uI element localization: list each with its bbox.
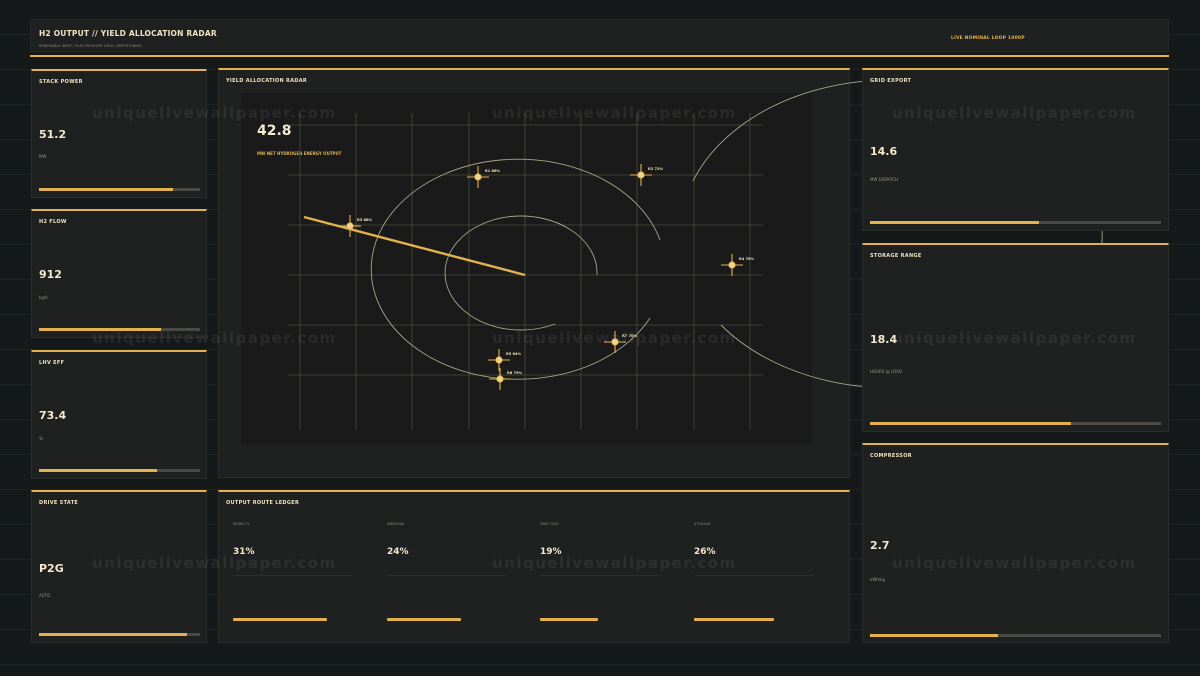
ledger-route-bar (540, 618, 598, 621)
radar-target[interactable]: R5 84% (488, 349, 522, 371)
kpi-panel-grid-export: GRID EXPORT 14.6 MW DISPATCH (862, 68, 1169, 231)
watermark-text: uniquelivewallpaper.com (492, 329, 737, 347)
target-dot (496, 375, 504, 383)
ledger-route-label: MOBILITY (233, 522, 250, 526)
kpi-unit: MW DISPATCH (870, 177, 899, 182)
kpi-panel-compressor: COMPRESSOR 2.7 kWh/kg (862, 443, 1169, 643)
target-label: R1 86% (485, 169, 501, 173)
ledger-route-percent: 24% (387, 547, 409, 557)
ledger-route-bar (233, 618, 327, 621)
ledger-divider (387, 575, 507, 576)
panel-title: GRID EXPORT (870, 78, 912, 84)
watermark-text: uniquelivewallpaper.com (492, 104, 737, 122)
target-dot (728, 261, 736, 269)
kpi-progress-track (870, 634, 1161, 637)
kpi-progress-fill (870, 422, 1071, 425)
ledger-route-label: STORAGE (694, 522, 711, 526)
kpi-progress-track (870, 221, 1161, 224)
watermark-text: uniquelivewallpaper.com (892, 329, 1137, 347)
target-label: R6 79% (507, 371, 523, 375)
ledger-route-bar (694, 618, 774, 621)
ledger-route-label: GRID FUEL (540, 522, 559, 526)
ledger-route-label: AMMONIA (387, 522, 405, 526)
target-dot (346, 222, 354, 230)
kpi-value: 2.7 (870, 539, 890, 552)
watermark-text: uniquelivewallpaper.com (92, 329, 337, 347)
radar-grid (288, 113, 763, 430)
kpi-unit: HOURS @ LOAD (870, 369, 902, 374)
target-label: R5 84% (506, 352, 522, 356)
panel-title: COMPRESSOR (870, 453, 912, 459)
watermark-text: uniquelivewallpaper.com (92, 554, 337, 572)
radar-sweep-line (303, 215, 526, 277)
target-dot (474, 173, 482, 181)
target-dot (495, 356, 503, 364)
target-label: R2 72% (648, 167, 664, 171)
kpi-progress-fill (870, 634, 999, 637)
kpi-value: 14.6 (870, 145, 898, 158)
ledger-route-bar (387, 618, 461, 621)
panel-title: STORAGE RANGE (870, 253, 922, 259)
radar-targets: R1 86% R2 72%R3 88%R4 78%R7 70%R5 84%R6 7… (339, 164, 755, 390)
target-dot (637, 171, 645, 179)
ledger-divider (233, 575, 353, 576)
kpi-progress-track (870, 422, 1161, 425)
watermark-text: uniquelivewallpaper.com (92, 104, 337, 122)
kpi-unit: kWh/kg (870, 577, 886, 582)
radar-target[interactable]: R4 78% (721, 254, 755, 276)
target-label: R4 78% (739, 257, 755, 261)
watermark-text: uniquelivewallpaper.com (892, 104, 1137, 122)
watermark-text: uniquelivewallpaper.com (892, 554, 1137, 572)
ledger-divider (694, 575, 814, 576)
ledger-divider (540, 575, 660, 576)
kpi-progress-fill (870, 221, 1039, 224)
radar-target[interactable]: R1 86% (467, 166, 501, 188)
panel-title: OUTPUT ROUTE LEDGER (226, 500, 300, 506)
watermark-text: uniquelivewallpaper.com (492, 554, 737, 572)
target-label: R3 88% (357, 218, 373, 222)
